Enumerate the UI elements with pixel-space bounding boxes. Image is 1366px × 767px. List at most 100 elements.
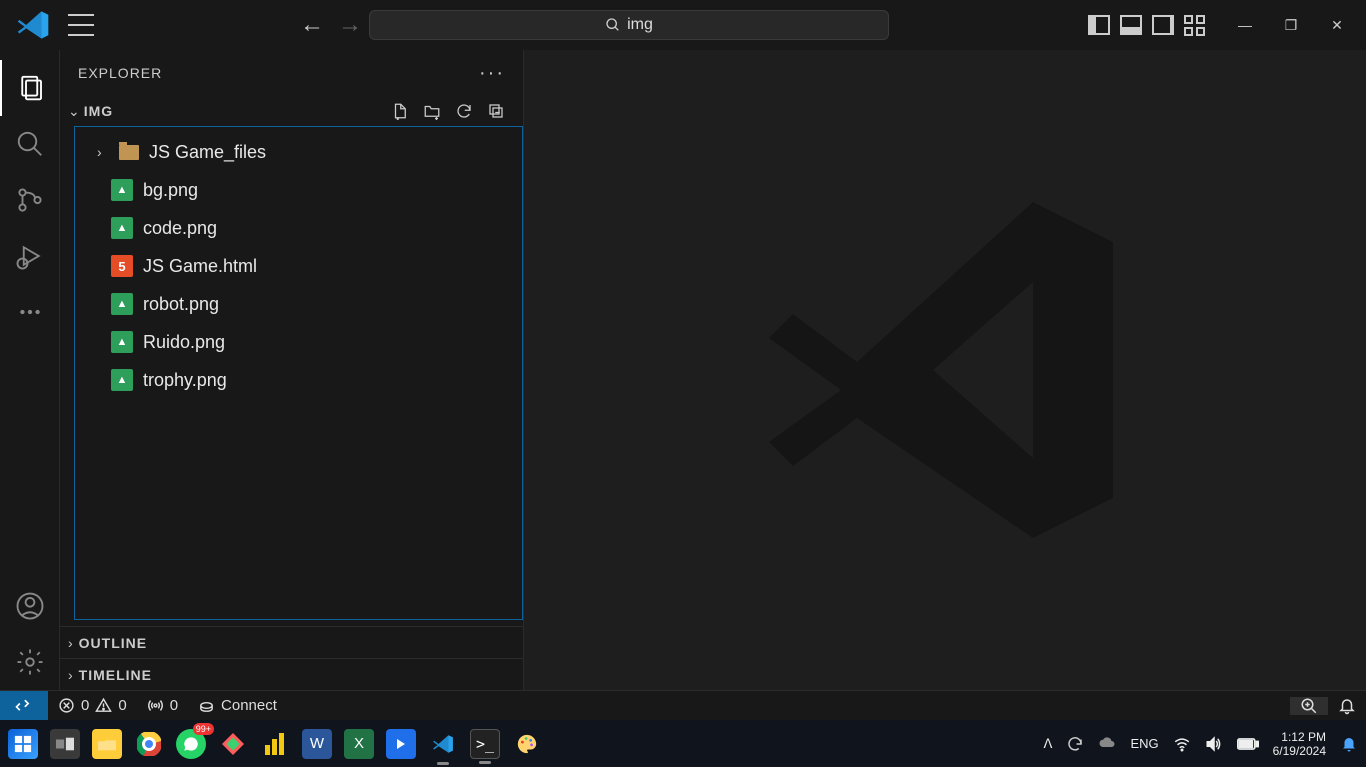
image-file-icon: ▲ xyxy=(111,293,133,315)
folder-section-header[interactable]: ⌄ IMG xyxy=(60,96,523,126)
tray-language[interactable]: ENG xyxy=(1130,736,1158,751)
tree-item-label: Ruido.png xyxy=(143,332,225,353)
vscode-logo-icon xyxy=(16,8,50,42)
excel-taskbar-icon[interactable]: X xyxy=(344,729,374,759)
collapse-all-icon[interactable] xyxy=(487,102,505,120)
image-file-icon: ▲ xyxy=(111,217,133,239)
tree-file-row[interactable]: 5 JS Game.html xyxy=(75,247,522,285)
image-file-icon: ▲ xyxy=(111,369,133,391)
new-file-icon[interactable] xyxy=(391,102,409,120)
system-tray: ᐱ ENG 1:12 PM 6/19/2024 xyxy=(1044,730,1358,758)
search-text: img xyxy=(627,16,653,34)
chrome-taskbar-icon[interactable] xyxy=(134,729,164,759)
outline-label: OUTLINE xyxy=(79,635,147,651)
sidebar-more-icon[interactable]: ··· xyxy=(479,62,505,85)
zoom-status-icon[interactable] xyxy=(1290,697,1328,715)
timeline-section-header[interactable]: › TIMELINE xyxy=(60,658,523,690)
sidebar-title: EXPLORER xyxy=(78,65,162,81)
vscode-taskbar-icon[interactable] xyxy=(428,729,458,759)
weather-tray-icon[interactable] xyxy=(1098,735,1116,753)
error-count: 0 xyxy=(81,697,89,714)
notifications-bell-icon[interactable] xyxy=(1328,697,1366,715)
tree-file-row[interactable]: ▲ Ruido.png xyxy=(75,323,522,361)
start-button[interactable] xyxy=(8,729,38,759)
more-views-icon[interactable] xyxy=(0,284,60,340)
run-debug-tab-icon[interactable] xyxy=(0,228,60,284)
tray-time: 1:12 PM xyxy=(1273,730,1326,744)
chevron-right-icon: › xyxy=(68,635,73,651)
outline-section-header[interactable]: › OUTLINE xyxy=(60,626,523,658)
image-file-icon: ▲ xyxy=(111,179,133,201)
settings-gear-icon[interactable] xyxy=(0,634,60,690)
tree-file-row[interactable]: ▲ robot.png xyxy=(75,285,522,323)
tree-item-label: JS Game_files xyxy=(149,142,266,163)
app-menu-icon[interactable] xyxy=(68,14,94,36)
store-taskbar-icon[interactable] xyxy=(386,729,416,759)
ports-count: 0 xyxy=(170,697,178,714)
status-bar: 0 0 0 Connect xyxy=(0,690,1366,720)
tray-clock[interactable]: 1:12 PM 6/19/2024 xyxy=(1273,730,1326,758)
onedrive-tray-icon[interactable] xyxy=(1066,735,1084,753)
vscode-watermark-icon xyxy=(745,170,1145,570)
ports-status[interactable]: 0 xyxy=(137,691,188,720)
paint-taskbar-icon[interactable] xyxy=(512,729,542,759)
explorer-sidebar: EXPLORER ··· ⌄ IMG › JS Game_files xyxy=(60,50,524,690)
wifi-tray-icon[interactable] xyxy=(1173,735,1191,753)
connect-status[interactable]: Connect xyxy=(188,691,287,720)
search-icon xyxy=(605,17,621,33)
tree-item-label: JS Game.html xyxy=(143,256,257,277)
accounts-icon[interactable] xyxy=(0,578,60,634)
remote-indicator[interactable] xyxy=(0,691,48,720)
tray-overflow-icon[interactable]: ᐱ xyxy=(1044,736,1053,752)
tree-file-row[interactable]: ▲ trophy.png xyxy=(75,361,522,399)
warning-count: 0 xyxy=(118,697,126,714)
command-center-search[interactable]: img xyxy=(369,10,889,40)
toggle-panel-icon[interactable] xyxy=(1120,15,1142,35)
problems-status[interactable]: 0 0 xyxy=(48,691,137,720)
folder-section-label: IMG xyxy=(84,103,113,119)
titlebar: ← → img ― ❐ ✕ xyxy=(0,0,1366,50)
tree-folder-row[interactable]: › JS Game_files xyxy=(75,133,522,171)
activity-bar xyxy=(0,50,60,690)
customize-layout-icon[interactable] xyxy=(1184,15,1206,35)
search-tab-icon[interactable] xyxy=(0,116,60,172)
window-minimize-button[interactable]: ― xyxy=(1222,6,1268,44)
tree-item-label: code.png xyxy=(143,218,217,239)
windows-taskbar: 99+ W X >_ ᐱ ENG 1:12 PM 6/19/2024 xyxy=(0,720,1366,767)
chevron-right-icon: › xyxy=(68,667,73,683)
tree-file-row[interactable]: ▲ code.png xyxy=(75,209,522,247)
navigate-back-icon[interactable]: ← xyxy=(297,10,327,40)
task-view-icon[interactable] xyxy=(50,729,80,759)
source-control-tab-icon[interactable] xyxy=(0,172,60,228)
whatsapp-taskbar-icon[interactable]: 99+ xyxy=(176,729,206,759)
html-file-icon: 5 xyxy=(111,255,133,277)
powerbi-taskbar-icon[interactable] xyxy=(260,729,290,759)
tray-date: 6/19/2024 xyxy=(1273,744,1326,758)
battery-tray-icon[interactable] xyxy=(1237,737,1259,751)
word-taskbar-icon[interactable]: W xyxy=(302,729,332,759)
new-folder-icon[interactable] xyxy=(423,102,441,120)
tree-item-label: trophy.png xyxy=(143,370,227,391)
tree-file-row[interactable]: ▲ bg.png xyxy=(75,171,522,209)
notifications-tray-icon[interactable] xyxy=(1340,734,1358,754)
volume-tray-icon[interactable] xyxy=(1205,735,1223,753)
window-close-button[interactable]: ✕ xyxy=(1314,6,1360,44)
editor-area xyxy=(524,50,1366,690)
whatsapp-badge: 99+ xyxy=(193,723,214,735)
terminal-taskbar-icon[interactable]: >_ xyxy=(470,729,500,759)
tree-item-label: robot.png xyxy=(143,294,219,315)
layout-controls xyxy=(1088,15,1206,35)
explorer-tab-icon[interactable] xyxy=(0,60,60,116)
window-maximize-button[interactable]: ❐ xyxy=(1268,6,1314,44)
tree-item-label: bg.png xyxy=(143,180,198,201)
file-explorer-taskbar-icon[interactable] xyxy=(92,729,122,759)
navigate-forward-icon[interactable]: → xyxy=(335,10,365,40)
toggle-primary-sidebar-icon[interactable] xyxy=(1088,15,1110,35)
file-tree: › JS Game_files ▲ bg.png ▲ code.png 5 JS… xyxy=(74,126,523,620)
app-taskbar-icon[interactable] xyxy=(218,729,248,759)
chevron-right-icon: › xyxy=(97,144,109,160)
toggle-secondary-sidebar-icon[interactable] xyxy=(1152,15,1174,35)
image-file-icon: ▲ xyxy=(111,331,133,353)
connect-label: Connect xyxy=(221,697,277,714)
refresh-icon[interactable] xyxy=(455,102,473,120)
